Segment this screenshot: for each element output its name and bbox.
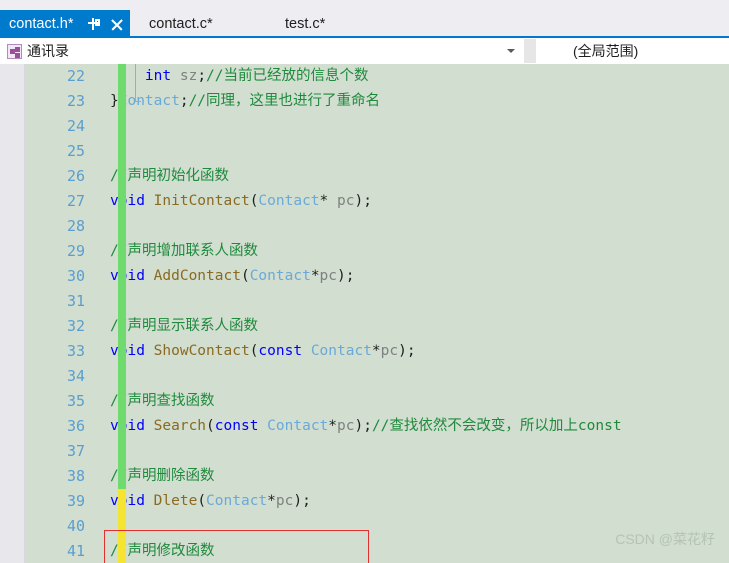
code-line[interactable]: 29 //声明增加联系人函数 [25,239,729,264]
tab-label: test.c* [285,15,326,32]
code-line[interactable]: 30 void AddContact(Contact*pc); [25,264,729,289]
code-text: //声明增加联系人函数 [110,243,258,259]
navigation-bar: 通讯录 (全局范围) [0,38,729,64]
close-icon[interactable] [110,18,123,31]
code-text: void Search(const Contact*pc);//查找依然不会改变… [110,418,622,434]
watermark: CSDN @菜花籽 [615,531,715,547]
line-number: 25 [66,142,85,160]
code-text: int sz;//当前已经放的信息个数 [110,68,369,84]
line-number: 22 [66,67,85,85]
code-line[interactable]: 32 //声明显示联系人函数 [25,314,729,339]
code-line[interactable]: 34 [25,364,729,389]
code-line[interactable]: 33 void ShowContact(const Contact*pc); [25,339,729,364]
struct-icon [7,43,22,59]
code-line[interactable]: 36 void Search(const Contact*pc);//查找依然不会… [25,414,729,439]
line-number: 23 [66,92,85,110]
navbar-divider [524,39,536,63]
tab-contact-h[interactable]: contact.h* [0,10,130,38]
structure-guide-foot [135,101,141,102]
line-number: 29 [66,242,85,260]
code-line[interactable]: 39 void Dlete(Contact*pc); [25,489,729,514]
line-number: 30 [66,267,85,285]
code-text: void Dlete(Contact*pc); [110,493,311,509]
code-line[interactable]: 26 //声明初始化函数 [25,164,729,189]
line-number: 28 [66,217,85,235]
code-editor[interactable]: 22 int sz;//当前已经放的信息个数 23 }Contact;//同理，这里… [0,64,729,563]
code-line[interactable]: 37 [25,439,729,464]
scope-type-dropdown[interactable]: 通讯录 [0,38,524,64]
tab-label: contact.c* [149,15,213,32]
code-line[interactable]: 24 [25,114,729,139]
line-number: 32 [66,317,85,335]
change-bar-green [118,64,126,489]
line-number: 37 [66,442,85,460]
line-number: 36 [66,417,85,435]
line-number: 38 [66,467,85,485]
line-number: 27 [66,192,85,210]
visual-studio-editor-window: contact.h* contact.c* test.c* 通讯录 (全局范围) [0,0,729,563]
code-line[interactable]: 35//声明查找函数 [25,389,729,414]
scope-member-value: (全局范围) [573,43,639,59]
code-text: //声明显示联系人函数 [110,318,258,334]
code-text: void InitContact(Contact* pc); [110,193,372,209]
code-line[interactable]: 23 }Contact;//同理，这里也进行了重命名 [25,89,729,114]
code-line[interactable]: 38//声明删除函数 [25,464,729,489]
code-line[interactable]: 22 int sz;//当前已经放的信息个数 [25,64,729,89]
code-line-list: 22 int sz;//当前已经放的信息个数 23 }Contact;//同理，这里… [25,64,729,563]
scope-member-dropdown[interactable]: (全局范围) [536,38,729,64]
code-text: //声明初始化函数 [110,168,229,184]
line-number: 41 [66,542,85,560]
scope-type-value: 通讯录 [27,43,69,59]
code-surface[interactable]: 22 int sz;//当前已经放的信息个数 23 }Contact;//同理，这里… [25,64,729,563]
code-line[interactable]: 28 [25,214,729,239]
structure-guide-line [135,64,136,102]
line-number: 35 [66,392,85,410]
line-number: 40 [66,517,85,535]
code-text: }Contact;//同理，这里也进行了重命名 [110,93,381,109]
code-line[interactable]: 31 [25,289,729,314]
code-line[interactable]: 25 [25,139,729,164]
code-text: void ShowContact(const Contact*pc); [110,343,416,359]
editor-tab-bar: contact.h* contact.c* test.c* [0,0,729,38]
code-text: void AddContact(Contact*pc); [110,268,355,284]
change-bar-yellow [118,489,126,563]
line-number: 33 [66,342,85,360]
code-line[interactable]: 27 void InitContact(Contact* pc); [25,189,729,214]
tab-icon-group [87,17,123,31]
tab-label: contact.h* [9,15,74,32]
line-number: 31 [66,292,85,310]
chevron-down-icon[interactable] [507,49,515,53]
line-number: 39 [66,492,85,510]
pin-icon[interactable] [87,17,101,31]
indicator-margin[interactable] [0,64,25,563]
line-number: 34 [66,367,85,385]
tab-test-c[interactable]: test.c* [285,10,325,38]
tab-contact-c[interactable]: contact.c* [149,10,213,38]
line-number: 24 [66,117,85,135]
line-number: 26 [66,167,85,185]
